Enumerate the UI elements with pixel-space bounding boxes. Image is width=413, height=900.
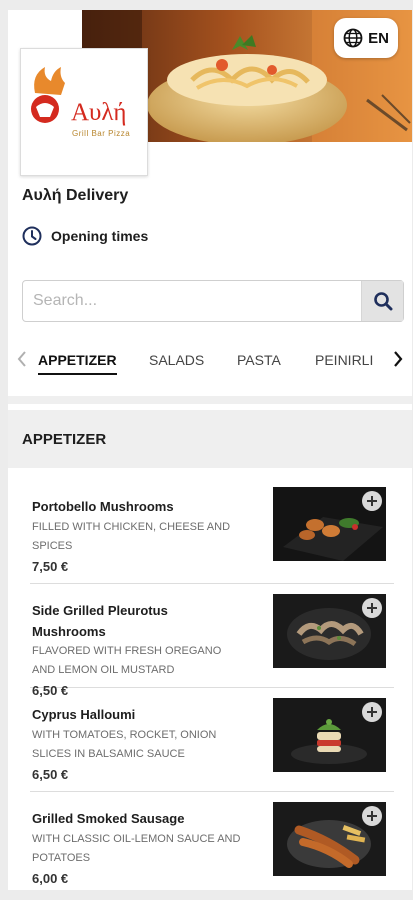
menu-item[interactable]: Portobello Mushrooms FILLED WITH CHICKEN…	[30, 480, 394, 584]
add-item-button[interactable]	[362, 598, 382, 618]
tab-salads[interactable]: SALADS	[149, 352, 204, 368]
chevron-right-icon[interactable]	[392, 350, 404, 368]
opening-times-link[interactable]: Opening times	[22, 226, 148, 246]
language-button[interactable]: EN	[334, 18, 398, 58]
section-divider	[8, 396, 412, 404]
add-item-button[interactable]	[362, 491, 382, 511]
chevron-left-icon[interactable]	[16, 350, 28, 368]
item-price: 7,50 €	[32, 559, 69, 574]
item-name: Portobello Mushrooms	[32, 499, 174, 514]
category-tabs: APPETIZER SALADS PASTA PEINIRLI	[8, 340, 412, 382]
item-photo	[273, 487, 386, 561]
tab-pasta[interactable]: PASTA	[237, 352, 281, 368]
globe-icon	[343, 28, 363, 48]
search-button[interactable]	[361, 281, 403, 321]
menu-item[interactable]: Side Grilled Pleurotus Mushrooms FLAVORE…	[30, 584, 394, 698]
item-name: Side Grilled Pleurotus Mushrooms	[32, 603, 168, 639]
add-item-button[interactable]	[362, 702, 382, 722]
item-description: WITH TOMATOES, ROCKET, ONION SLICES IN B…	[32, 729, 217, 760]
plus-icon	[367, 603, 377, 613]
logo-brand-text: Αυλή	[71, 99, 127, 126]
search-input[interactable]	[23, 281, 361, 321]
item-description: WITH CLASSIC OIL-LEMON SAUCE AND POTATOE…	[32, 833, 241, 864]
opening-times-label: Opening times	[51, 228, 149, 244]
menu-item[interactable]: Grilled Smoked Sausage WITH CLASSIC OIL-…	[30, 792, 394, 890]
plus-icon	[367, 496, 377, 506]
item-description: FLAVORED WITH FRESH OREGANO AND LEMON OI…	[32, 645, 222, 676]
item-description: FILLED WITH CHICKEN, CHEESE AND SPICES	[32, 521, 231, 552]
item-price: 6,00 €	[32, 871, 69, 886]
search-bar	[22, 280, 404, 322]
store-name: Αυλή Delivery	[22, 187, 129, 204]
plus-icon	[367, 811, 377, 821]
page: EN Αυλή Grill Bar Pizza Αυλή Delivery Op…	[8, 10, 412, 890]
tab-peinirli[interactable]: PEINIRLI	[315, 352, 373, 368]
item-photo	[273, 802, 386, 876]
section-title: APPETIZER	[8, 410, 412, 468]
language-label: EN	[368, 29, 389, 47]
menu-item[interactable]: Cyprus Halloumi WITH TOMATOES, ROCKET, O…	[30, 688, 394, 792]
plus-icon	[367, 707, 377, 717]
store-logo: Αυλή Grill Bar Pizza	[20, 48, 148, 176]
item-name: Grilled Smoked Sausage	[32, 811, 185, 826]
search-icon	[373, 292, 392, 311]
item-photo	[273, 698, 386, 772]
add-item-button[interactable]	[362, 806, 382, 826]
item-photo	[273, 594, 386, 668]
item-name: Cyprus Halloumi	[32, 707, 136, 722]
tab-appetizer[interactable]: APPETIZER	[38, 352, 117, 375]
clock-icon	[22, 226, 42, 246]
logo-tagline: Grill Bar Pizza	[72, 129, 131, 138]
item-price: 6,50 €	[32, 767, 69, 782]
menu-item-list: Portobello Mushrooms FILLED WITH CHICKEN…	[30, 480, 394, 890]
